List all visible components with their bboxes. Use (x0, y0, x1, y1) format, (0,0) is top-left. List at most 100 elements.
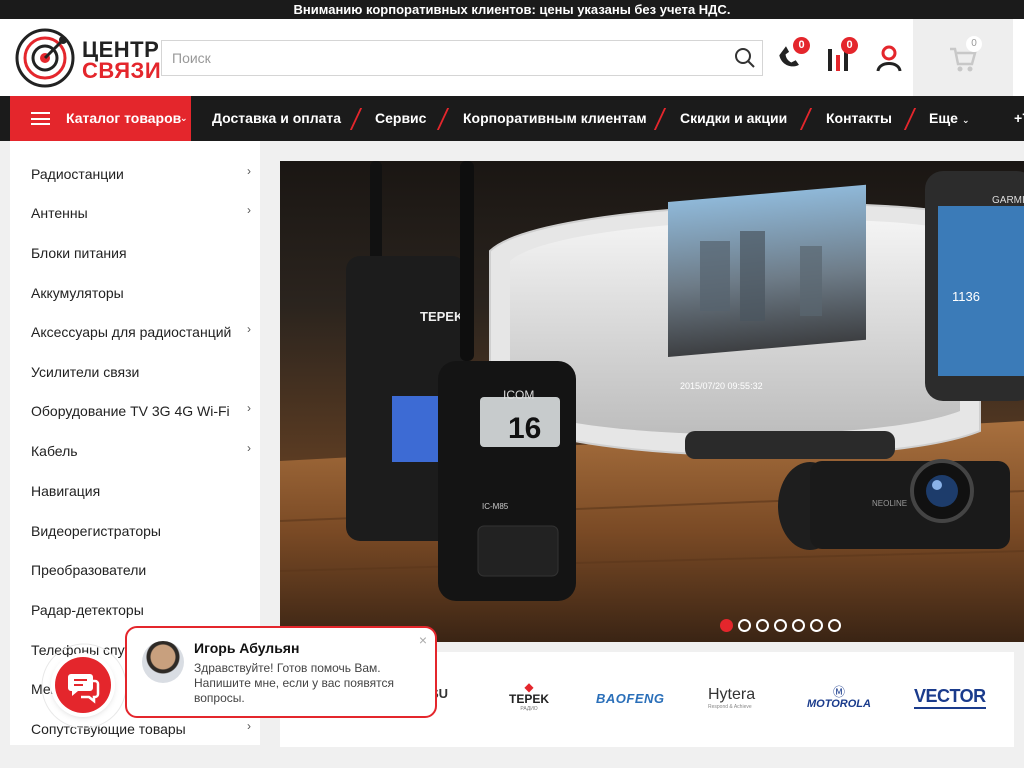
gps-brand-text: GARMIN (992, 195, 1024, 206)
logo-text-line2: СВЯЗИ (82, 58, 162, 83)
sidebar-item-label: Навигация (31, 483, 101, 499)
sidebar-item-radios[interactable]: Радиостанции › (10, 155, 260, 194)
sidebar-item-label: Оборудование TV 3G 4G Wi-Fi (31, 403, 230, 419)
hamburger-icon (31, 112, 50, 125)
chat-greeting-message: Здравствуйте! Готов помочь Вам. Напишите… (194, 661, 395, 705)
chevron-right-icon: › (247, 441, 251, 455)
sidebar-item-label: Радиостанции (31, 166, 124, 182)
nav-separator (653, 108, 667, 130)
nav-discounts[interactable]: Скидки и акции (680, 96, 787, 141)
nav-separator (349, 108, 363, 130)
sidebar-item-cable[interactable]: Кабель › (10, 432, 260, 471)
sidebar-item-batteries[interactable]: Аккумуляторы (10, 274, 260, 313)
cart-badge: 0 (966, 36, 982, 52)
chevron-right-icon: › (247, 203, 251, 217)
main-nav: Каталог товаров ⌄ Доставка и оплата Серв… (0, 96, 1024, 141)
cart-button[interactable]: 0 (913, 19, 1013, 96)
catalog-menu-label: Каталог товаров (66, 110, 182, 126)
search-box (161, 40, 763, 76)
tepek-subtitle: РАДИО (520, 706, 538, 712)
logo-mark-icon (15, 28, 75, 88)
gps-reading-text: 1136 (952, 289, 980, 304)
sidebar-item-tv-wifi-equipment[interactable]: Оборудование TV 3G 4G Wi-Fi › (10, 392, 260, 431)
hytera-tagline: Respond & Achieve (708, 704, 752, 710)
search-input[interactable] (162, 41, 722, 75)
catalog-menu-button[interactable]: Каталог товаров ⌄ (10, 96, 191, 141)
search-icon[interactable] (734, 47, 756, 69)
sidebar-item-label: Преобразователи (31, 562, 147, 578)
brand-logo-motorola[interactable]: Ⓜ MOTOROLA (807, 686, 871, 710)
chat-greeting-popup[interactable]: Игорь Абульян Здравствуйте! Готов помочь… (125, 626, 437, 718)
sidebar-item-label: Аксессуары для радиостанций (31, 324, 232, 340)
sidebar-item-label: Кабель (31, 443, 78, 459)
slider-dot[interactable] (738, 619, 751, 632)
brand-logo-hytera[interactable]: Hytera Respond & Achieve (708, 686, 755, 710)
slider-dot[interactable] (810, 619, 823, 632)
sidebar-item-label: Радар-детекторы (31, 602, 144, 618)
nav-phone[interactable]: +7 (1014, 96, 1024, 141)
sidebar-item-radio-accessories[interactable]: Аксессуары для радиостанций › (10, 313, 260, 352)
sidebar-item-label: Усилители связи (31, 364, 140, 380)
sidebar-item-label: Блоки питания (31, 245, 127, 261)
chevron-right-icon: › (247, 719, 251, 733)
brand-logo-tepek[interactable]: ◆ TEPEK РАДИО (509, 681, 549, 712)
sidebar-item-label: Аккумуляторы (31, 285, 124, 301)
nav-separator (903, 108, 917, 130)
nav-service[interactable]: Сервис (375, 96, 426, 141)
nav-more[interactable]: Еще ⌄ (929, 96, 969, 141)
brand-logo-vector[interactable]: VECTOR (914, 686, 986, 709)
sidebar-item-radar-detectors[interactable]: Радар-детекторы (10, 591, 260, 630)
hytera-wordmark: Hytera (708, 686, 756, 703)
slider-dot[interactable] (720, 619, 733, 632)
callback-button[interactable]: 0 (774, 37, 810, 73)
sidebar-item-antennas[interactable]: Антенны › (10, 194, 260, 233)
slider-dot[interactable] (828, 619, 841, 632)
agent-avatar (142, 641, 184, 683)
hero-banner[interactable]: 2015/07/20 09:55:32 GARMIN 1136 NEOLINE … (280, 161, 1024, 642)
tepek-wordmark: TEPEK (509, 692, 550, 706)
sidebar-item-signal-boosters[interactable]: Усилители связи (10, 353, 260, 392)
sidebar-item-dashcams[interactable]: Видеорегистраторы (10, 512, 260, 551)
sidebar-item-label: Антенны (31, 205, 88, 221)
nav-separator (436, 108, 450, 130)
chevron-right-icon: › (247, 401, 251, 415)
site-logo[interactable]: ЦЕНТР СВЯЗИ (14, 27, 162, 89)
chat-open-button[interactable] (55, 657, 111, 713)
nav-separator (799, 108, 813, 130)
site-header: ЦЕНТР СВЯЗИ 0 0 0 (0, 19, 1024, 96)
corporate-notice-text: Вниманию корпоративных клиентов: цены ук… (293, 2, 731, 17)
agent-name: Игорь Абульян (194, 640, 300, 656)
sidebar-item-label: Видеорегистраторы (31, 523, 161, 539)
sidebar-item-navigation[interactable]: Навигация (10, 472, 260, 511)
motorola-mark-icon: Ⓜ (832, 685, 845, 699)
mirror-timestamp: 2015/07/20 09:55:32 (680, 381, 763, 391)
close-icon[interactable]: × (419, 632, 427, 648)
user-icon (876, 45, 902, 72)
motorola-wordmark: MOTOROLA (807, 698, 871, 710)
slider-dot[interactable] (774, 619, 787, 632)
chevron-down-icon: ⌄ (961, 115, 970, 125)
chevron-down-icon: ⌄ (180, 113, 188, 123)
radio2-model-text: IC-M85 (482, 502, 509, 511)
sidebar-item-power-supplies[interactable]: Блоки питания (10, 234, 260, 273)
compare-button[interactable]: 0 (825, 37, 858, 73)
slider-dot[interactable] (756, 619, 769, 632)
nav-contacts[interactable]: Контакты (826, 96, 892, 141)
dashcam-brand-text: NEOLINE (872, 499, 907, 508)
radio1-brand-text: TEPEK (420, 309, 464, 324)
chevron-right-icon: › (247, 322, 251, 336)
brand-logo-baofeng[interactable]: BAOFENG (596, 691, 665, 706)
radio2-brand-text: ICOM (503, 388, 534, 402)
chevron-right-icon: › (247, 164, 251, 178)
nav-more-label: Еще (929, 110, 958, 126)
corporate-notice-bar: Вниманию корпоративных клиентов: цены ук… (0, 0, 1024, 19)
nav-delivery[interactable]: Доставка и оплата (212, 96, 341, 141)
radio2-display-text: 16 (508, 412, 541, 445)
sidebar-item-converters[interactable]: Преобразователи (10, 551, 260, 590)
nav-corporate[interactable]: Корпоративным клиентам (463, 96, 647, 141)
slider-dot[interactable] (792, 619, 805, 632)
compare-badge: 0 (841, 37, 858, 54)
banner-illustration: 2015/07/20 09:55:32 GARMIN 1136 NEOLINE … (280, 161, 1024, 642)
callback-badge: 0 (793, 37, 810, 54)
account-button[interactable] (874, 43, 904, 73)
